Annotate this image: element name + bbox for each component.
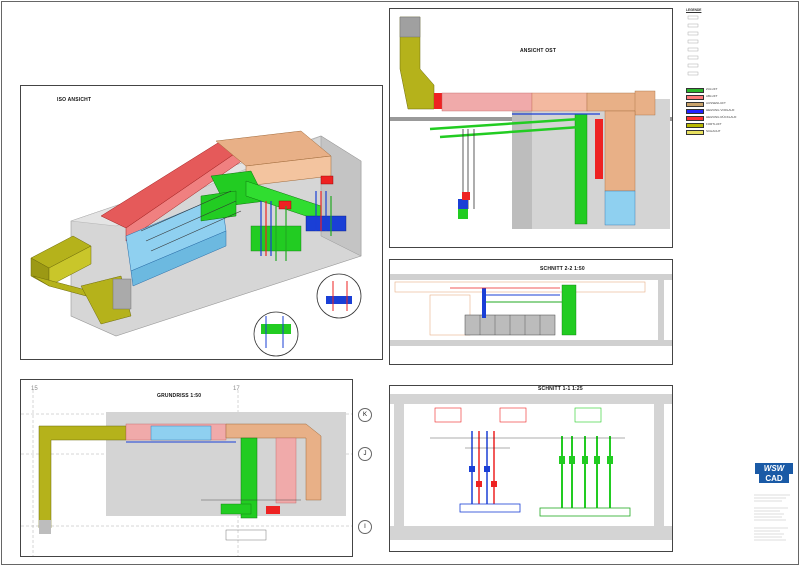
legend-item-6: FORTLUFT bbox=[686, 122, 796, 128]
grid-marker-i-label: I bbox=[364, 524, 366, 530]
title-block-lines bbox=[754, 494, 790, 541]
logo-wsw: WSW bbox=[755, 463, 793, 474]
legend-item-1: ZULUFT bbox=[686, 87, 796, 93]
legend-item-7: SCHACHT bbox=[686, 129, 796, 135]
section-1-1-drawing bbox=[390, 394, 672, 540]
legend-symbols bbox=[687, 15, 699, 76]
legend-swatch bbox=[686, 102, 704, 107]
company-logo: WSW CAD bbox=[755, 463, 793, 491]
legend-swatch bbox=[686, 116, 704, 121]
legend-item-4: HEIZUNG VORLAUF bbox=[686, 108, 796, 114]
iso-view-drawing bbox=[30, 130, 362, 357]
legend-item-label: ABLUFT bbox=[706, 94, 718, 98]
legend-item-5: HEIZUNG RÜCKLAUF bbox=[686, 115, 796, 121]
legend-swatch bbox=[686, 123, 704, 128]
legend-swatch bbox=[686, 95, 704, 100]
legend-item-2: ABLUFT bbox=[686, 94, 796, 100]
legend-item-label: HEIZUNG RÜCKLAUF bbox=[706, 115, 737, 119]
grid-marker-k: K bbox=[358, 408, 372, 422]
grid-label-17: 17 bbox=[233, 386, 240, 392]
section-2-2-frame: SCHNITT 2-2 1:50 bbox=[389, 259, 673, 365]
grid-label-15: 15 bbox=[31, 386, 38, 392]
east-view-frame: ANSICHT OST bbox=[389, 8, 673, 248]
legend-item-label: HEIZUNG VORLAUF bbox=[706, 108, 735, 112]
plan-drawing bbox=[21, 390, 352, 556]
grid-marker-i: I bbox=[358, 520, 372, 534]
legend-item-label: FORTLUFT bbox=[706, 122, 722, 126]
legend-swatch bbox=[686, 88, 704, 93]
legend-swatch bbox=[686, 109, 704, 114]
legend-swatch bbox=[686, 130, 704, 135]
iso-view-frame: ISO ANSICHT bbox=[20, 85, 383, 360]
plan-frame: GRUNDRISS 1:50 15 17 bbox=[20, 379, 353, 557]
legend-item-label: SCHACHT bbox=[706, 129, 721, 133]
logo-cad: CAD bbox=[759, 474, 789, 483]
section-2-2-drawing bbox=[390, 274, 672, 346]
legend-heading: LEGENDE bbox=[686, 8, 702, 12]
grid-marker-j: J bbox=[358, 447, 372, 461]
title-block bbox=[752, 492, 796, 552]
legend-item-3: AUSSENLUFT bbox=[686, 101, 796, 107]
legend: LEGENDE ZULUFT ABLUFT AUSSENLUFT HEIZUNG… bbox=[686, 8, 796, 138]
legend-item-label: AUSSENLUFT bbox=[706, 101, 726, 105]
section-1-1-frame: SCHNITT 1-1 1:25 bbox=[389, 385, 673, 552]
legend-item-label: ZULUFT bbox=[706, 87, 718, 91]
grid-marker-k-label: K bbox=[362, 412, 367, 418]
east-view-drawing bbox=[390, 16, 672, 229]
grid-marker-j-label: J bbox=[363, 451, 367, 457]
